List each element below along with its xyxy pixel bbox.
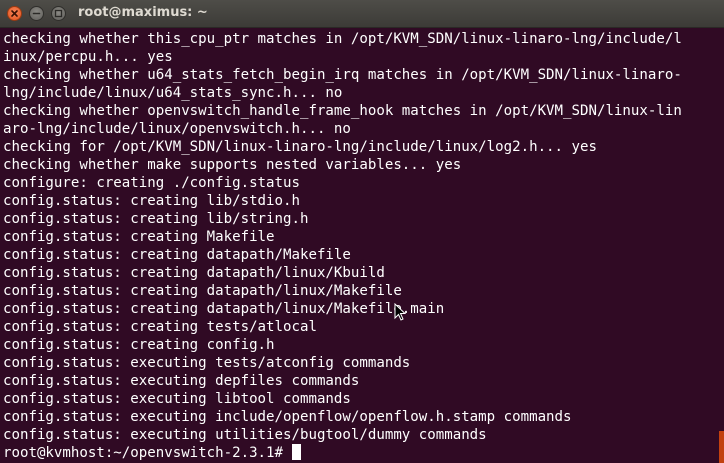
terminal-line: config.status: creating datapath/linux/K… (3, 265, 385, 281)
terminal-line: inux/percpu.h... yes (3, 49, 173, 65)
window-title: root@maximus: ~ (78, 5, 208, 20)
terminal-line: config.status: creating tests/atlocal (3, 319, 317, 335)
terminal-line: config.status: creating datapath/linux/M… (3, 301, 445, 317)
terminal-line: config.status: executing include/openflo… (3, 409, 572, 425)
terminal-line: config.status: creating Makefile (3, 229, 275, 245)
titlebar[interactable]: root@maximus: ~ (0, 0, 724, 28)
mouse-text-cursor-icon (394, 303, 406, 321)
terminal-line: config.status: creating datapath/Makefil… (3, 247, 351, 263)
terminal-line: aro-lng/include/linux/openvswitch.h... n… (3, 121, 351, 137)
terminal-line: checking whether make supports nested va… (3, 157, 462, 173)
terminal-line: config.status: executing tests/atconfig … (3, 355, 411, 371)
terminal-line: checking for /opt/KVM_SDN/linux-linaro-l… (3, 139, 597, 155)
prompt-line[interactable]: root@kvmhost:~/openvswitch-2.3.1# (3, 444, 718, 462)
terminal-line: lng/include/linux/u64_stats_sync.h... no (3, 85, 343, 101)
terminal-line: config.status: creating lib/stdio.h (3, 193, 300, 209)
minimize-icon (32, 12, 41, 15)
terminal-output[interactable]: checking whether this_cpu_ptr matches in… (0, 28, 718, 463)
terminal-line: config.status: executing utilities/bugto… (3, 427, 487, 443)
terminal-line: config.status: executing libtool command… (3, 391, 351, 407)
text-cursor (291, 444, 301, 460)
terminal-line: checking whether openvswitch_handle_fram… (3, 103, 682, 119)
terminal-line: config.status: creating config.h (3, 337, 275, 353)
terminal-line: configure: creating ./config.status (3, 175, 300, 191)
terminal-line: config.status: creating lib/string.h (3, 211, 309, 227)
terminal-line: checking whether u64_stats_fetch_begin_i… (3, 67, 682, 83)
maximize-button[interactable] (51, 6, 66, 21)
scrollbar-thumb[interactable] (719, 431, 724, 463)
terminal-line: checking whether this_cpu_ptr matches in… (3, 31, 682, 47)
minimize-button[interactable] (29, 6, 44, 21)
terminal-window: root@maximus: ~ checking whether this_cp… (0, 0, 724, 463)
terminal-line: config.status: executing depfiles comman… (3, 373, 360, 389)
close-icon (11, 10, 18, 17)
terminal-line: config.status: creating datapath/linux/M… (3, 283, 402, 299)
scrollbar[interactable] (718, 28, 724, 463)
maximize-icon (54, 9, 63, 18)
shell-prompt: root@kvmhost:~/openvswitch-2.3.1# (3, 445, 292, 461)
close-button[interactable] (7, 6, 22, 21)
